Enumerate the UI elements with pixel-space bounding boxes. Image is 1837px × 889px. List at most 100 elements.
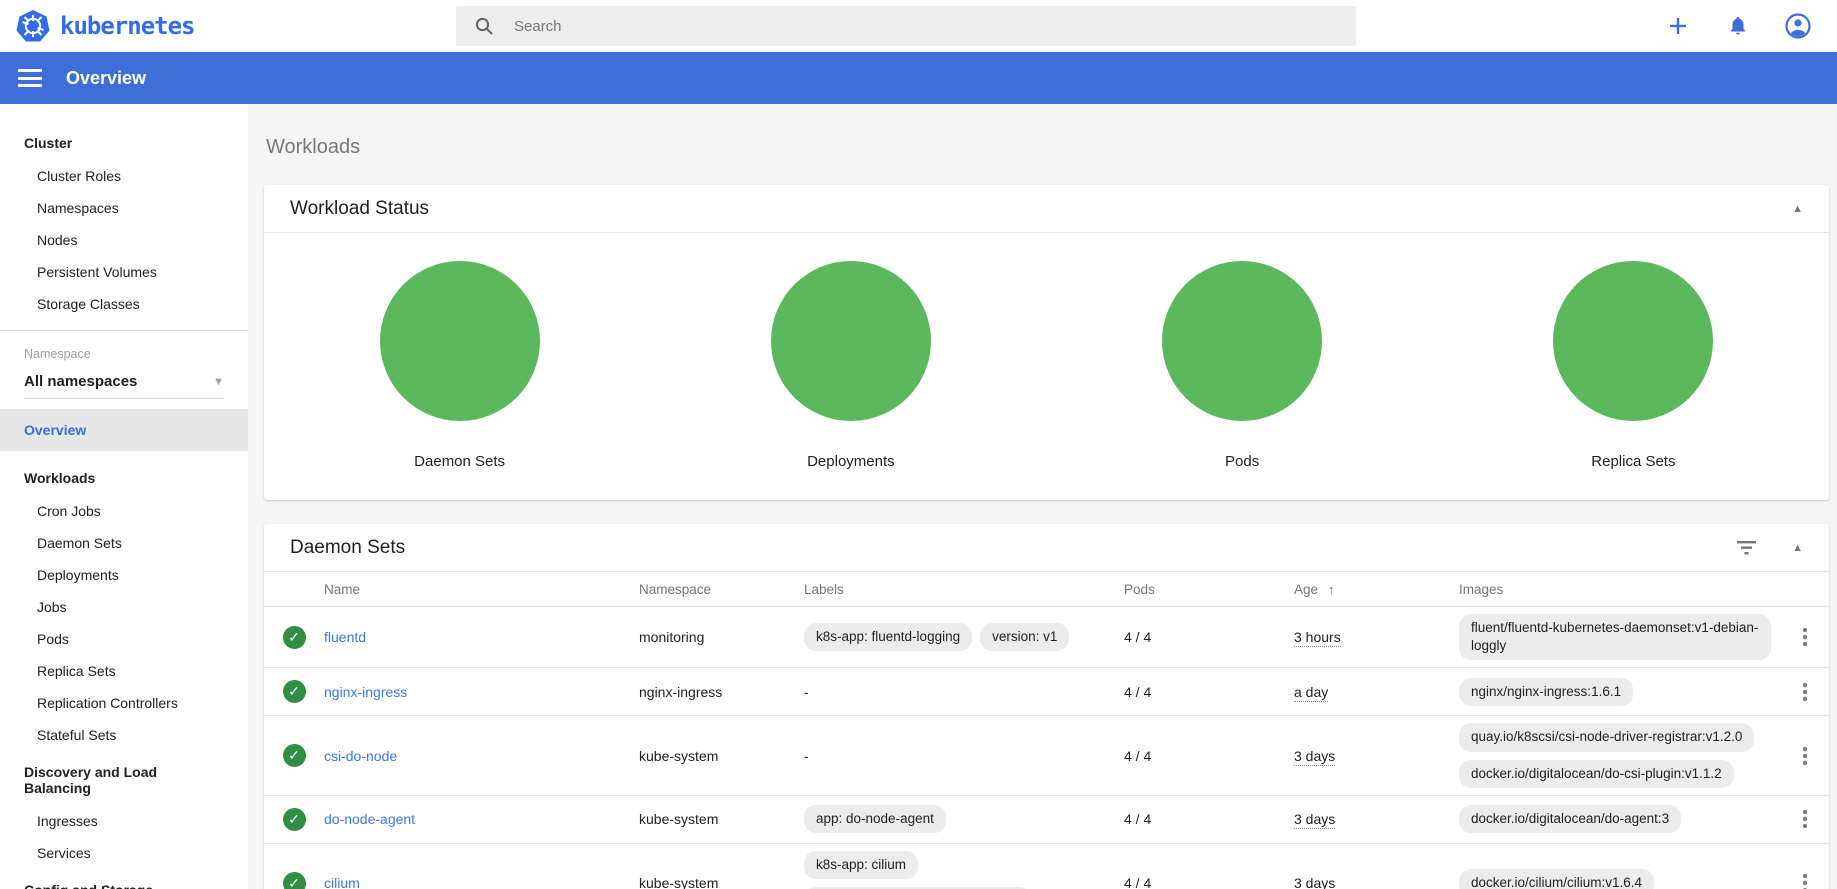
labels-cell: -	[804, 748, 1124, 764]
pods-cell: 4 / 4	[1124, 875, 1152, 889]
column-header-age[interactable]: Age ↑	[1294, 582, 1459, 597]
sidebar-item-daemon-sets[interactable]: Daemon Sets	[0, 527, 248, 559]
notifications-bell-icon[interactable]	[1725, 13, 1751, 39]
labels-cell: -	[804, 684, 1124, 700]
namespace-cell: kube-system	[639, 875, 719, 889]
table-row: ✓ cilium kube-system k8s-app: ciliumkube…	[264, 844, 1829, 889]
pods-cell: 4 / 4	[1124, 747, 1152, 764]
daemonset-link[interactable]: nginx-ingress	[324, 684, 407, 700]
age-cell: 3 days	[1294, 811, 1336, 830]
account-user-icon[interactable]	[1785, 13, 1811, 39]
column-header-labels[interactable]: Labels	[804, 582, 1124, 597]
sidebar-item-namespaces[interactable]: Namespaces	[0, 192, 248, 224]
column-header-name[interactable]: Name	[324, 582, 639, 597]
column-header-namespace[interactable]: Namespace	[639, 582, 804, 597]
sidebar-header-discovery: Discovery and Load Balancing	[24, 764, 158, 796]
age-cell: 3 hours	[1294, 629, 1341, 648]
pie-circle	[1162, 261, 1323, 421]
kubernetes-logo-brand[interactable]: kubernetes	[16, 9, 456, 43]
daemon-sets-title: Daemon Sets	[290, 536, 406, 558]
chart-label: Replica Sets	[1591, 453, 1676, 470]
images-cell: docker.io/digitalocean/do-agent:3	[1459, 805, 1781, 834]
brand-wordmark: kubernetes	[60, 12, 195, 40]
chip: nginx/nginx-ingress:1.6.1	[1459, 677, 1634, 707]
empty-value: -	[804, 747, 809, 764]
menu-hamburger-icon[interactable]	[18, 69, 42, 87]
daemonset-link[interactable]: do-node-agent	[324, 811, 415, 827]
pods-cell: 4 / 4	[1124, 683, 1152, 700]
appbar: Overview	[0, 52, 1837, 104]
sidebar-item-replication-controllers[interactable]: Replication Controllers	[0, 687, 248, 719]
sort-ascending-icon: ↑	[1328, 581, 1335, 597]
pie-circle	[770, 261, 931, 421]
sidebar-item-nodes[interactable]: Nodes	[0, 224, 248, 256]
sidebar-item-replica-sets[interactable]: Replica Sets	[0, 655, 248, 687]
chip: docker.io/digitalocean/do-agent:3	[1459, 805, 1682, 834]
table-row: ✓ csi-do-node kube-system - 4 / 4 3 days…	[264, 716, 1829, 796]
column-header-images[interactable]: Images	[1459, 582, 1781, 597]
sidebar-item-deployments[interactable]: Deployments	[0, 559, 248, 591]
age-cell: a day	[1294, 683, 1329, 702]
main-content: Workloads Workload Status ▲ Daemon Sets …	[248, 104, 1837, 889]
sidebar-item-cron-jobs[interactable]: Cron Jobs	[0, 495, 248, 527]
row-menu-kebab-icon[interactable]	[1781, 625, 1829, 649]
sidebar-header-config: Config and Storage	[0, 873, 248, 889]
sidebar-item-overview[interactable]: Overview	[0, 409, 248, 451]
workload-status-title: Workload Status	[290, 197, 430, 219]
namespace-cell: monitoring	[639, 629, 705, 646]
sidebar-item-cluster-roles[interactable]: Cluster Roles	[0, 160, 248, 192]
chevron-down-icon: ▼	[213, 375, 224, 388]
namespace-selected-value: All namespaces	[24, 373, 138, 390]
search-input[interactable]	[514, 17, 1274, 35]
sidebar-item-jobs[interactable]: Jobs	[0, 591, 248, 623]
row-menu-kebab-icon[interactable]	[1781, 871, 1829, 889]
status-ok-check-icon: ✓	[282, 807, 306, 831]
collapse-up-icon[interactable]: ▲	[1792, 203, 1803, 215]
sidebar-item-stateful-sets[interactable]: Stateful Sets	[0, 719, 248, 751]
chip: fluent/fluentd-kubernetes-daemonset:v1-d…	[1459, 614, 1771, 661]
row-menu-kebab-icon[interactable]	[1781, 680, 1829, 704]
table-row: ✓ fluentd monitoring k8s-app: fluentd-lo…	[264, 607, 1829, 669]
replica-sets-pie-chart: Replica Sets	[1438, 261, 1829, 480]
table-row: ✓ nginx-ingress nginx-ingress - 4 / 4 a …	[264, 668, 1829, 717]
daemonset-link[interactable]: cilium	[324, 875, 360, 889]
status-ok-check-icon: ✓	[282, 871, 306, 889]
namespace-cell: kube-system	[639, 747, 719, 764]
page-title: Workloads	[266, 136, 361, 158]
row-menu-kebab-icon[interactable]	[1781, 807, 1829, 831]
search-bar[interactable]	[456, 6, 1356, 46]
daemonset-link[interactable]: csi-do-node	[324, 748, 397, 764]
row-menu-kebab-icon[interactable]	[1781, 744, 1829, 768]
sidebar-item-services[interactable]: Services	[0, 837, 248, 869]
sidebar-item-storage-classes[interactable]: Storage Classes	[0, 288, 248, 320]
namespace-select[interactable]: All namespaces ▼	[24, 367, 224, 399]
namespace-cell: kube-system	[639, 811, 719, 828]
top-header: kubernetes	[0, 0, 1837, 52]
labels-cell: k8s-app: fluentd-logging version: v1	[804, 623, 1124, 652]
pods-cell: 4 / 4	[1124, 811, 1152, 828]
daemon-sets-card: Daemon Sets ▲ Name Namespace Labels Pods…	[264, 524, 1829, 889]
chip: docker.io/cilium/cilium:v1.6.4	[1459, 868, 1655, 889]
collapse-up-icon[interactable]: ▲	[1792, 542, 1803, 554]
sidebar-item-persistent-volumes[interactable]: Persistent Volumes	[0, 256, 248, 288]
sidebar-item-pods[interactable]: Pods	[0, 623, 248, 655]
create-plus-icon[interactable]	[1665, 13, 1691, 39]
workload-status-card: Workload Status ▲ Daemon Sets Deployment…	[264, 185, 1829, 500]
search-icon	[474, 16, 494, 36]
sidebar-item-ingresses[interactable]: Ingresses	[0, 805, 248, 837]
header-actions	[1665, 13, 1821, 39]
images-cell: quay.io/k8scsi/csi-node-driver-registrar…	[1459, 723, 1781, 788]
filter-icon[interactable]	[1737, 540, 1757, 555]
pods-cell: 4 / 4	[1124, 629, 1152, 646]
appbar-title: Overview	[66, 67, 147, 88]
chip: k8s-app: cilium	[804, 850, 919, 880]
daemonset-link[interactable]: fluentd	[324, 629, 366, 645]
images-cell: docker.io/cilium/cilium:v1.6.4	[1459, 868, 1781, 889]
chip: k8s-app: fluentd-logging	[804, 623, 973, 652]
deployments-pie-chart: Deployments	[655, 261, 1046, 480]
chart-label: Pods	[1225, 453, 1260, 470]
daemon-sets-pie-chart: Daemon Sets	[264, 261, 655, 480]
status-ok-check-icon: ✓	[282, 744, 306, 768]
table-header-row: Name Namespace Labels Pods Age ↑ Images	[264, 572, 1829, 607]
column-header-pods[interactable]: Pods	[1124, 582, 1294, 597]
